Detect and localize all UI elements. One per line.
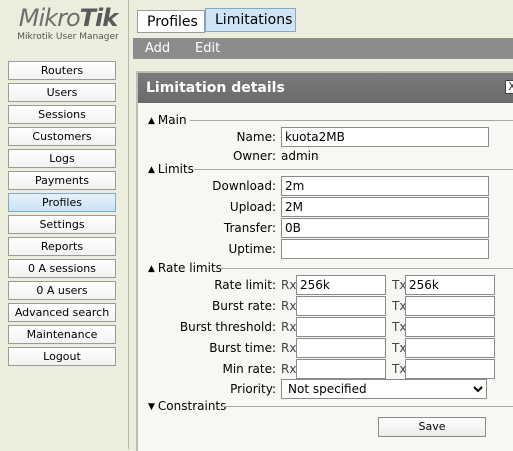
- action-bar: Add Edit: [133, 38, 513, 59]
- transfer-input[interactable]: [281, 218, 489, 238]
- priority-select[interactable]: Not specified: [281, 379, 487, 399]
- uptime-input[interactable]: [281, 239, 489, 259]
- burst-rate-rx-input[interactable]: [296, 296, 386, 316]
- min-rate-label: Min rate:: [222, 362, 276, 376]
- rate-limit-label: Rate limit:: [214, 278, 276, 292]
- transfer-label: Transfer:: [223, 221, 276, 235]
- rx-label: Rx: [281, 320, 297, 334]
- rx-label: Rx: [281, 278, 297, 292]
- logo-subtitle: Mikrotik User Manager: [17, 32, 119, 42]
- sidebar-nav: Routers Users Sessions Customers Logs Pa…: [8, 61, 116, 369]
- logo-brand-bold: Tik: [79, 4, 119, 32]
- upload-label: Upload:: [229, 200, 276, 214]
- rx-label: Rx: [281, 362, 297, 376]
- min-rate-rx-input[interactable]: [296, 359, 386, 379]
- rate-limit-rx-input[interactable]: [296, 275, 386, 295]
- burst-threshold-label: Burst threshold:: [179, 320, 276, 334]
- collapse-triangle-icon: ▲: [148, 264, 155, 274]
- upload-input[interactable]: [281, 197, 489, 217]
- burst-rate-label: Burst rate:: [212, 299, 276, 313]
- save-button[interactable]: Save: [378, 417, 486, 437]
- rx-label: Rx: [281, 299, 297, 313]
- collapse-triangle-icon: ▲: [148, 165, 155, 175]
- add-button[interactable]: Add: [145, 40, 170, 57]
- burst-time-tx-input[interactable]: [405, 338, 495, 358]
- section-divider: [222, 406, 513, 407]
- rx-label: Rx: [281, 341, 297, 355]
- tab-profiles[interactable]: Profiles: [137, 10, 205, 33]
- logo-brand-light: Mikro: [18, 4, 81, 32]
- sidebar-item-sessions[interactable]: Sessions: [8, 105, 116, 124]
- sidebar-item-logs[interactable]: Logs: [8, 149, 116, 168]
- section-limits-toggle[interactable]: ▲ Limits: [148, 162, 194, 177]
- section-rate-limits-toggle[interactable]: ▲ Rate limits: [148, 261, 222, 276]
- section-main-heading: Main: [157, 113, 187, 127]
- burst-time-rx-input[interactable]: [296, 338, 386, 358]
- sidebar: MikroTik Mikrotik User Manager Routers U…: [0, 0, 129, 449]
- sidebar-item-payments[interactable]: Payments: [8, 171, 116, 190]
- sidebar-item-settings[interactable]: Settings: [8, 215, 116, 234]
- owner-label: Owner:: [232, 149, 276, 163]
- burst-threshold-tx-input[interactable]: [405, 317, 495, 337]
- sidebar-item-routers[interactable]: Routers: [8, 61, 116, 80]
- section-main-toggle[interactable]: ▲ Main: [148, 113, 187, 128]
- section-divider: [220, 268, 513, 269]
- expand-triangle-icon: ▼: [148, 402, 155, 412]
- name-input[interactable]: [281, 127, 489, 147]
- uptime-label: Uptime:: [228, 242, 276, 256]
- name-label: Name:: [236, 130, 276, 144]
- rate-limit-tx-input[interactable]: [405, 275, 495, 295]
- download-input[interactable]: [281, 176, 489, 196]
- section-divider: [190, 120, 513, 121]
- limitation-details-panel: Limitation details X ▲Main Name: Owner: …: [136, 71, 513, 451]
- sidebar-item-profiles[interactable]: Profiles: [8, 193, 116, 212]
- mikrotik-logo: MikroTik Mikrotik User Manager: [12, 5, 124, 42]
- section-constraints-toggle[interactable]: ▼ Constraints: [148, 399, 226, 414]
- edit-button[interactable]: Edit: [195, 40, 220, 57]
- sidebar-item-reports[interactable]: Reports: [8, 237, 116, 256]
- sidebar-item-active-users[interactable]: 0 A users: [8, 281, 116, 300]
- sidebar-item-active-sessions[interactable]: 0 A sessions: [8, 259, 116, 278]
- owner-value: admin: [281, 149, 319, 163]
- burst-threshold-rx-input[interactable]: [296, 317, 386, 337]
- logo-wordmark: MikroTik: [12, 5, 124, 31]
- priority-label: Priority:: [230, 382, 276, 396]
- sidebar-item-logout[interactable]: Logout: [8, 347, 116, 366]
- burst-time-label: Burst time:: [209, 341, 276, 355]
- burst-rate-tx-input[interactable]: [405, 296, 495, 316]
- section-rate-limits-heading: Rate limits: [157, 261, 222, 275]
- tab-limitations[interactable]: Limitations: [205, 8, 296, 32]
- sidebar-item-customers[interactable]: Customers: [8, 127, 116, 146]
- panel-title: Limitation details: [138, 73, 513, 103]
- download-label: Download:: [212, 179, 276, 193]
- section-limits-heading: Limits: [157, 162, 194, 176]
- sidebar-item-advanced-search[interactable]: Advanced search: [8, 303, 116, 322]
- section-divider: [194, 169, 513, 170]
- min-rate-tx-input[interactable]: [405, 359, 495, 379]
- close-icon[interactable]: X: [505, 80, 513, 94]
- collapse-triangle-icon: ▲: [148, 116, 155, 126]
- sidebar-item-maintenance[interactable]: Maintenance: [8, 325, 116, 344]
- sidebar-item-users[interactable]: Users: [8, 83, 116, 102]
- section-constraints-heading: Constraints: [157, 399, 227, 413]
